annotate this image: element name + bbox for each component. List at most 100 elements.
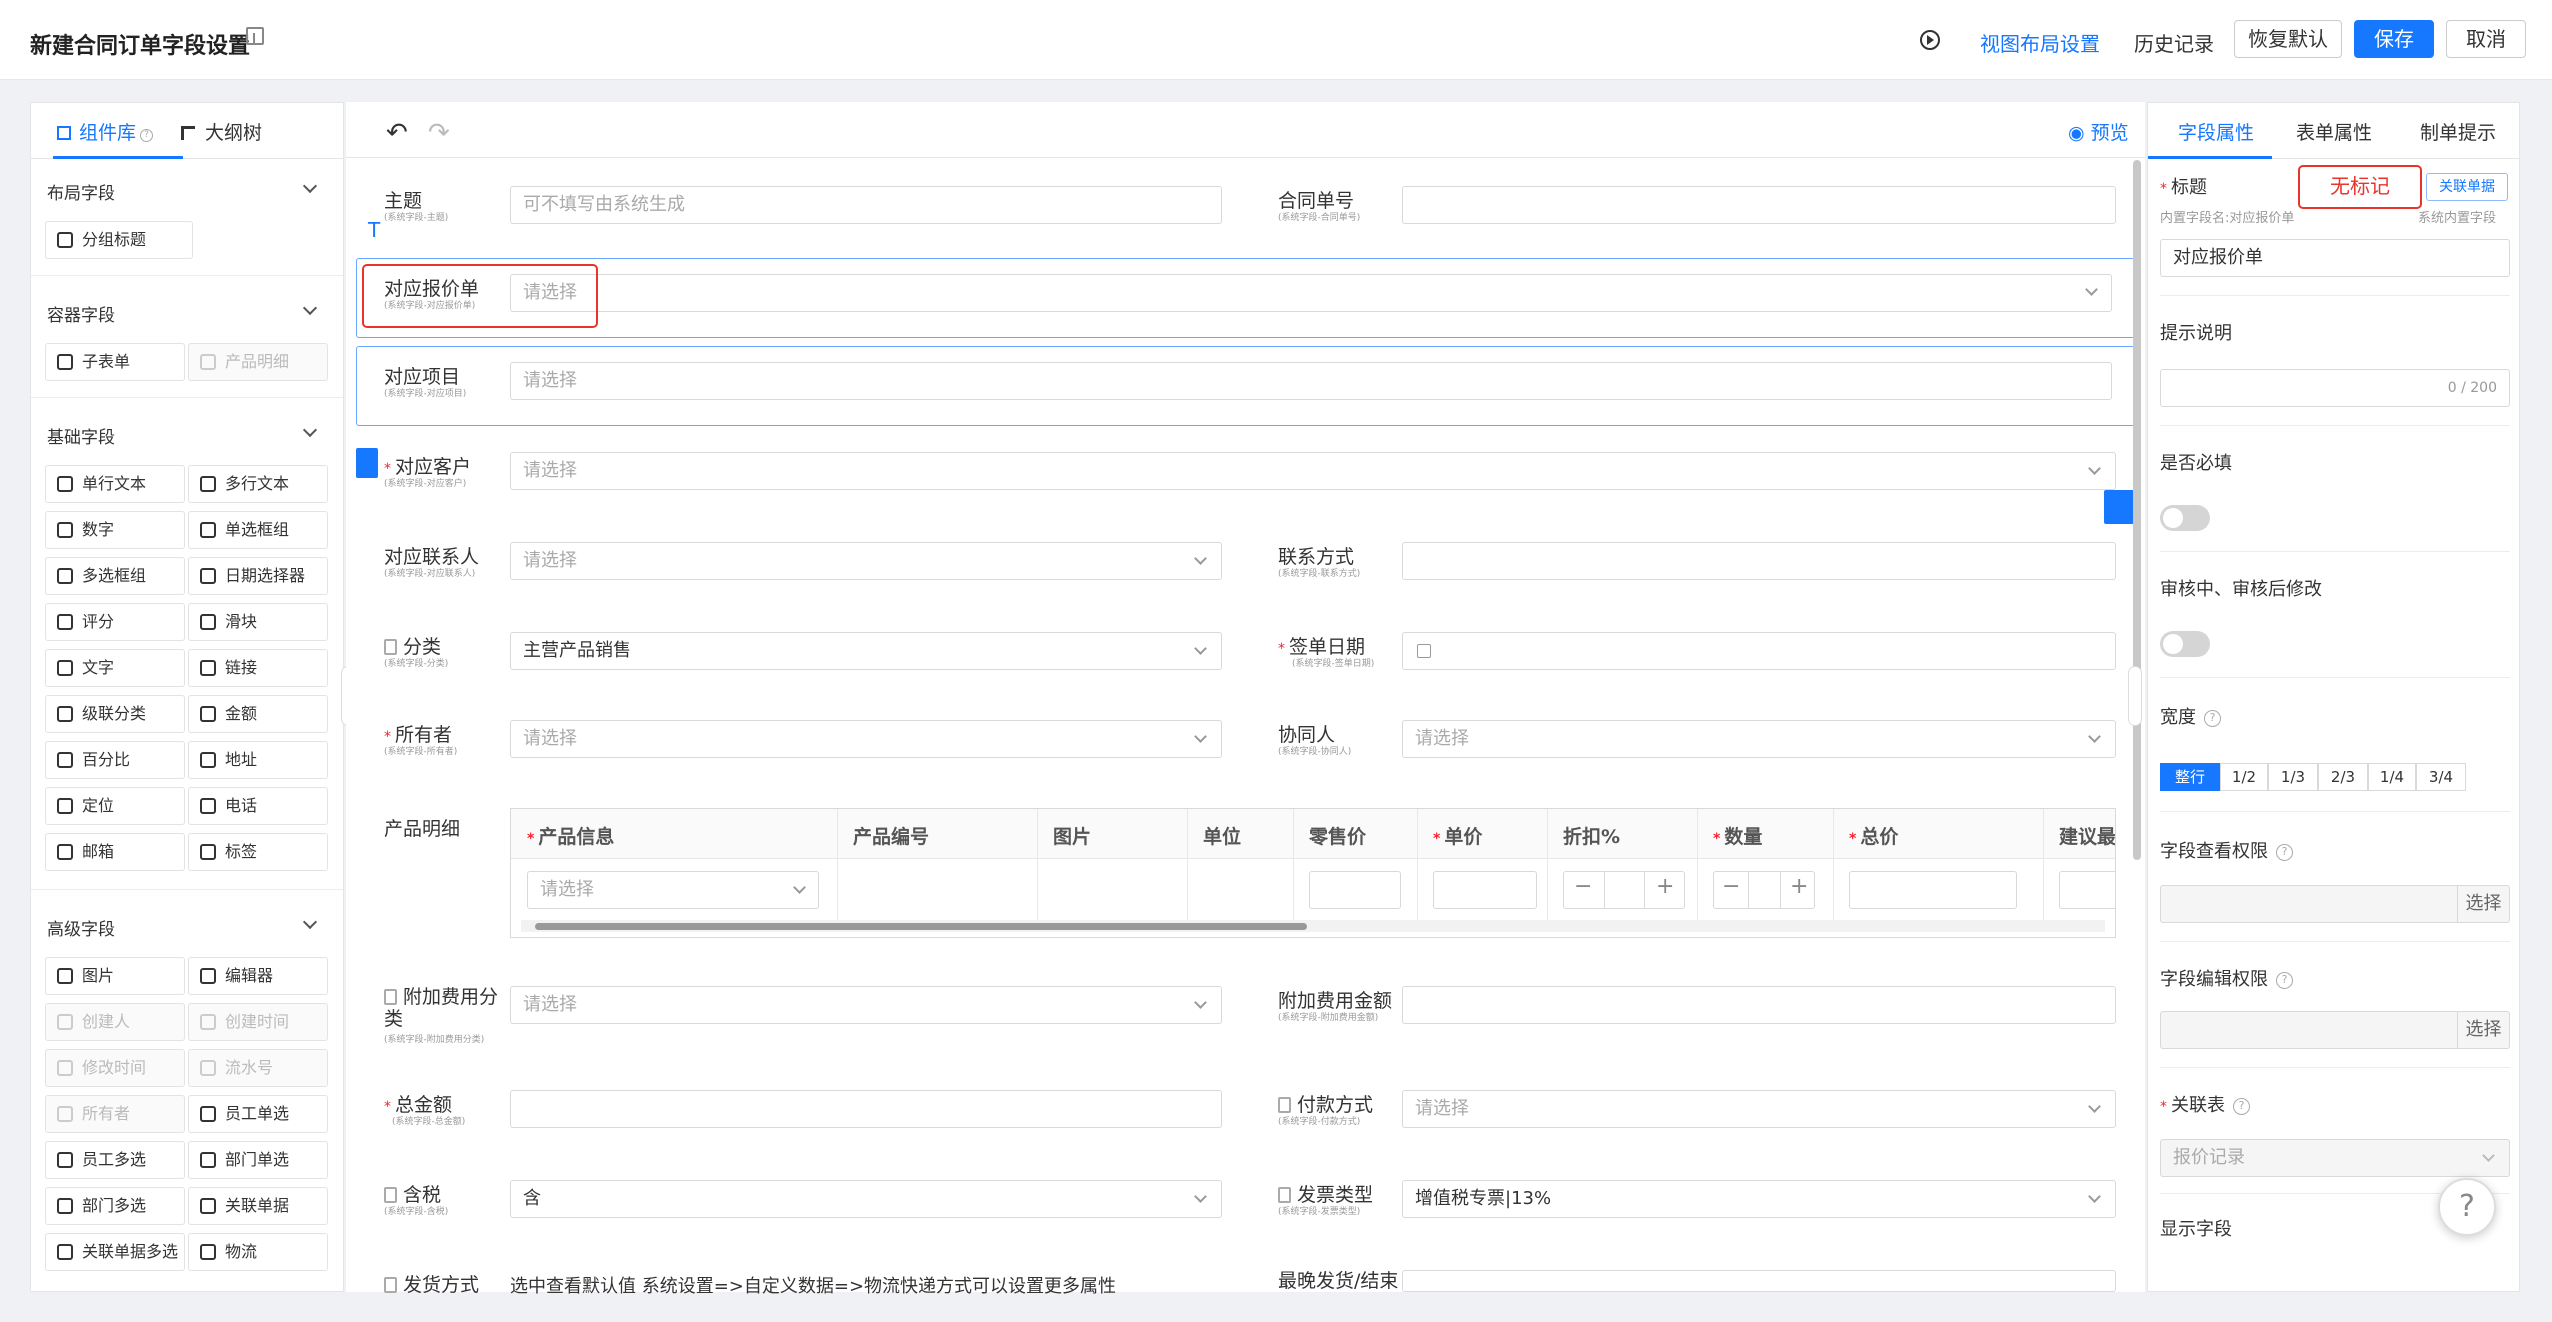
width-half[interactable]: 1/2 [2220, 763, 2268, 791]
comp-item[interactable]: 电话 [188, 787, 328, 825]
save-button[interactable]: 保存 [2354, 20, 2434, 58]
comp-item[interactable]: 链接 [188, 649, 328, 687]
comp-subform[interactable]: 子表单 [45, 343, 185, 381]
required-toggle[interactable] [2160, 505, 2210, 531]
help-button[interactable]: ? [2438, 1178, 2496, 1236]
phone-input[interactable] [1402, 542, 2116, 580]
width-quarter[interactable]: 1/4 [2368, 763, 2416, 791]
width-two-thirds[interactable]: 2/3 [2318, 763, 2368, 791]
comp-item[interactable]: 物流 [188, 1233, 328, 1271]
extra-cat-select[interactable]: 请选择 [510, 986, 1222, 1024]
delete-icon[interactable] [2104, 490, 2134, 524]
comp-item[interactable]: 部门多选 [45, 1187, 185, 1225]
chevron-down-icon[interactable] [302, 422, 318, 438]
pick-button[interactable]: 选择 [2457, 886, 2509, 922]
total-amount-input[interactable] [510, 1090, 1222, 1128]
redo-icon[interactable]: ↷ [428, 118, 450, 148]
plus-icon[interactable]: + [1790, 874, 1808, 899]
comp-item[interactable]: 文字 [45, 649, 185, 687]
tab-form-tips[interactable]: 制单提示 [2420, 118, 2496, 145]
comp-item[interactable]: 邮箱 [45, 833, 185, 871]
comp-item[interactable]: 员工单选 [188, 1095, 328, 1133]
comp-item[interactable]: 关联单据 [188, 1187, 328, 1225]
th-text: 总价 [1860, 826, 1899, 848]
comp-item[interactable]: 员工多选 [45, 1141, 185, 1179]
comp-item[interactable]: 滑块 [188, 603, 328, 641]
comp-item[interactable]: 日期选择器 [188, 557, 328, 595]
subject-input[interactable]: 可不填写由系统生成 [510, 186, 1222, 224]
preview-button[interactable]: ◉ 预览 [2068, 118, 2129, 145]
owner-select[interactable]: 请选择 [510, 720, 1222, 758]
comp-item[interactable]: 标签 [188, 833, 328, 871]
extra-amt-input[interactable] [1402, 986, 2116, 1024]
canvas-scrollbar[interactable] [2133, 160, 2141, 860]
undo-icon[interactable]: ↶ [386, 118, 408, 148]
category-select[interactable]: 主营产品销售 [510, 632, 1222, 670]
tab-form-props[interactable]: 表单属性 [2296, 118, 2372, 145]
width-full[interactable]: 整行 [2160, 763, 2220, 791]
collab-select[interactable]: 请选择 [1402, 720, 2116, 758]
title-input[interactable]: 对应报价单 [2160, 239, 2510, 277]
retail-price-input[interactable] [1309, 871, 1401, 909]
comp-item[interactable]: 单选框组 [188, 511, 328, 549]
comp-item[interactable]: 图片 [45, 957, 185, 995]
chevron-down-icon[interactable] [302, 914, 318, 930]
comp-item[interactable]: 级联分类 [45, 695, 185, 733]
minus-icon[interactable]: − [1722, 874, 1740, 899]
cancel-button[interactable]: 取消 [2446, 20, 2526, 58]
suggest-min-input[interactable] [2059, 871, 2115, 909]
tax-select[interactable]: 含 [510, 1180, 1222, 1218]
width-third[interactable]: 1/3 [2268, 763, 2318, 791]
pick-button[interactable]: 选择 [2457, 1012, 2509, 1048]
layout-icon[interactable] [246, 27, 264, 45]
comp-item[interactable]: 金额 [188, 695, 328, 733]
quantity-stepper[interactable]: − + [1713, 871, 1815, 909]
comp-item[interactable]: 多行文本 [188, 465, 328, 503]
chevron-down-icon[interactable] [302, 178, 318, 194]
hint-textarea[interactable]: 0 / 200 [2160, 369, 2510, 407]
customer-select[interactable]: 请选择 [510, 452, 2116, 490]
comp-item[interactable]: 部门单选 [188, 1141, 328, 1179]
edit-perm-input[interactable]: 选择 [2160, 1011, 2510, 1049]
total-input[interactable] [1849, 871, 2017, 909]
pay-select[interactable]: 请选择 [1402, 1090, 2116, 1128]
project-select[interactable]: 请选择 [510, 362, 2112, 400]
comp-item[interactable]: 数字 [45, 511, 185, 549]
comp-item[interactable]: 多选框组 [45, 557, 185, 595]
audit-edit-toggle[interactable] [2160, 631, 2210, 657]
discount-stepper[interactable]: − + [1563, 871, 1685, 909]
tab-component-library[interactable]: 组件库? [57, 118, 154, 145]
minus-icon[interactable]: − [1574, 874, 1592, 899]
comp-item[interactable]: 单行文本 [45, 465, 185, 503]
chevron-down-icon[interactable] [302, 300, 318, 316]
unit-price-input[interactable] [1433, 871, 1537, 909]
sign-date-picker[interactable] [1402, 632, 2116, 670]
comp-item[interactable]: 评分 [45, 603, 185, 641]
comp-item[interactable]: 编辑器 [188, 957, 328, 995]
view-perm-input[interactable]: 选择 [2160, 885, 2510, 923]
latest-date-picker[interactable] [1402, 1270, 2116, 1292]
link-doc-button[interactable]: 关联单据 [2426, 173, 2508, 201]
product-select[interactable]: 请选择 [527, 871, 819, 909]
comp-item[interactable]: 定位 [45, 787, 185, 825]
view-layout-link[interactable]: 视图布局设置 [1980, 28, 2100, 57]
contact-select[interactable]: 请选择 [510, 542, 1222, 580]
tab-outline-tree[interactable]: 大纲树 [181, 118, 262, 145]
restore-default-button[interactable]: 恢复默认 [2234, 20, 2342, 58]
comp-item[interactable]: 百分比 [45, 741, 185, 779]
invoice-select[interactable]: 增值税专票|13% [1402, 1180, 2116, 1218]
form-canvas: ↶ ↷ ◉ 预览 主题 (系统字段-主题) T 可不填写由系统生成 合同单号 (… [346, 102, 2145, 1297]
comp-item[interactable]: 关联单据多选 [45, 1233, 185, 1271]
tab-field-props[interactable]: 字段属性 [2178, 118, 2254, 145]
width-three-quarters[interactable]: 3/4 [2416, 763, 2466, 791]
plus-icon[interactable]: + [1656, 874, 1674, 899]
contract-no-input[interactable] [1402, 186, 2116, 224]
collapse-right-handle[interactable] [2128, 666, 2142, 726]
history-link[interactable]: 历史记录 [2134, 28, 2214, 57]
drag-handle-icon[interactable] [356, 448, 378, 478]
scrollbar-thumb[interactable] [535, 923, 1307, 930]
comp-item[interactable]: 地址 [188, 741, 328, 779]
play-icon[interactable] [1920, 30, 1940, 50]
table-scrollbar[interactable] [521, 920, 2105, 932]
comp-group-title[interactable]: 分组标题 [45, 221, 193, 259]
